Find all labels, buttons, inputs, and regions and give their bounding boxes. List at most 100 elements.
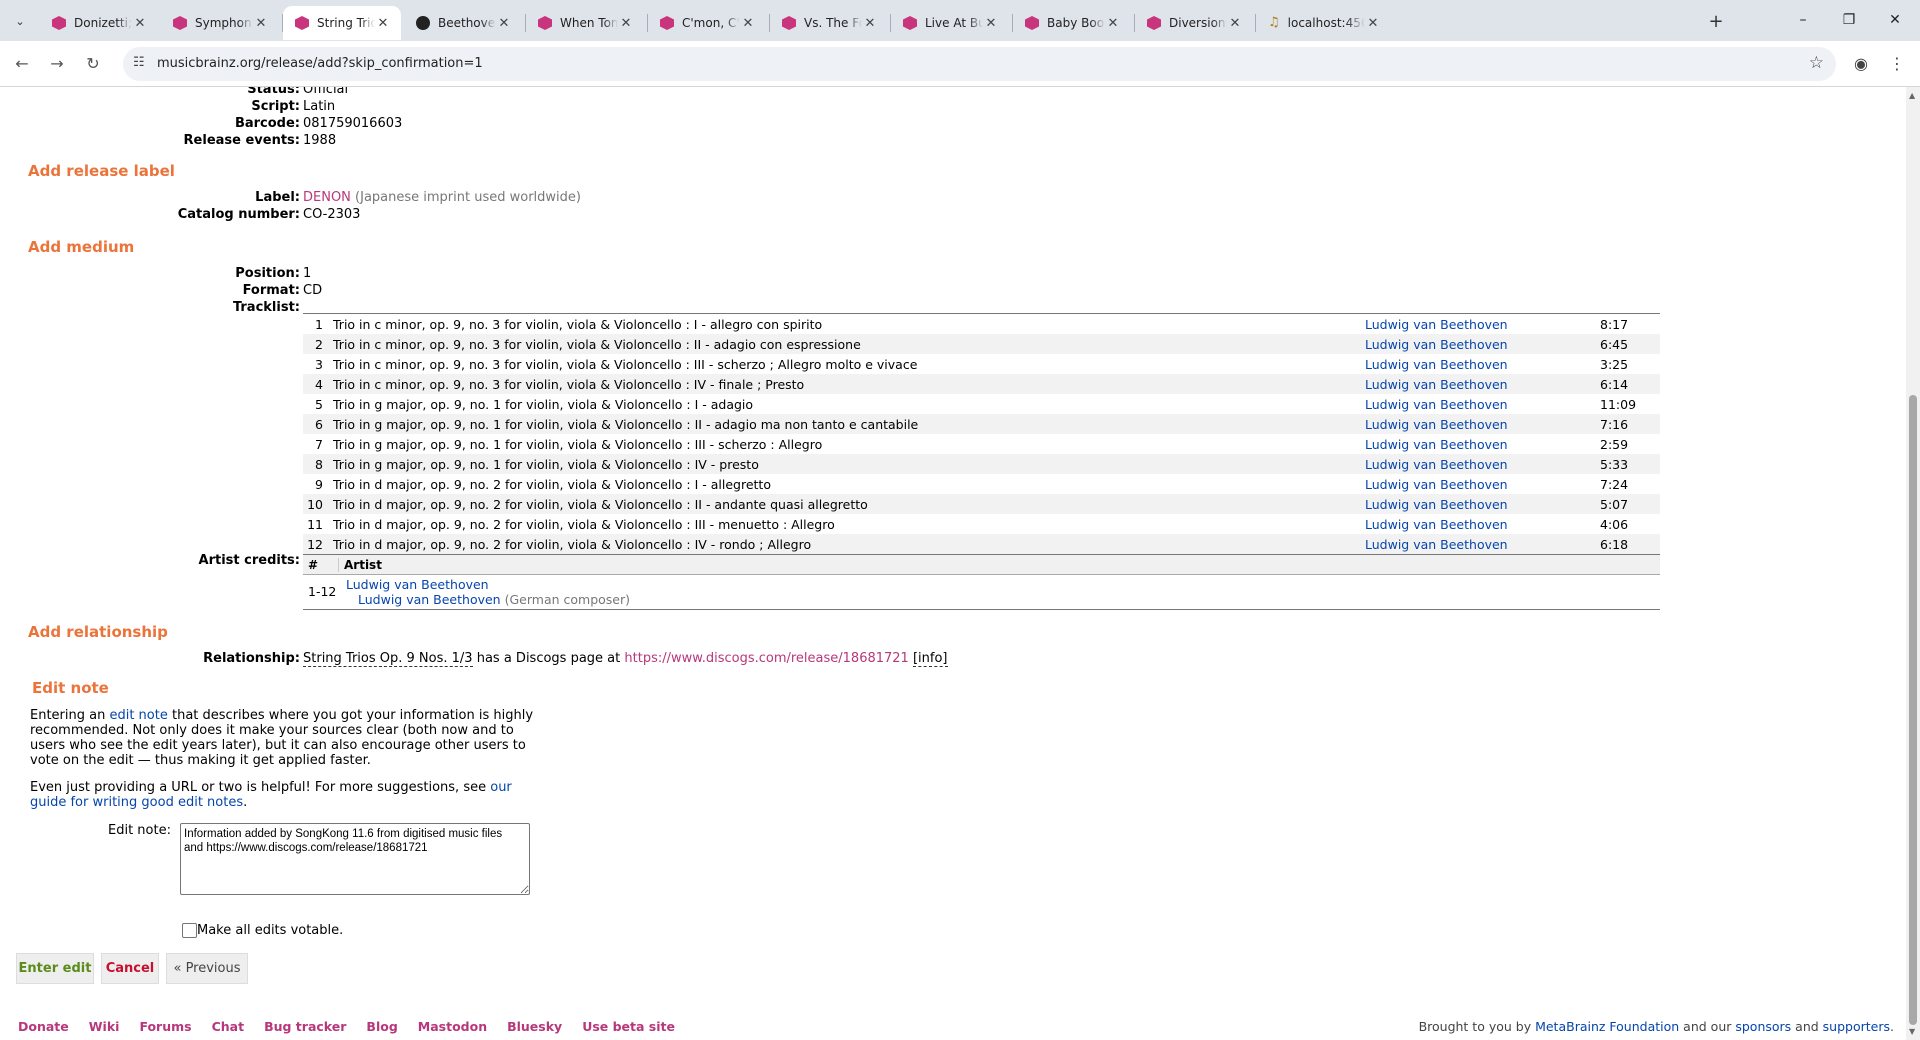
page-scrollbar[interactable]: ▲ ▼ <box>1906 87 1920 1040</box>
scroll-down-icon[interactable]: ▼ <box>1909 1027 1915 1036</box>
tab-search-icon[interactable]: ⌄ <box>6 9 34 33</box>
track-number: 5 <box>315 396 323 412</box>
tab-close-icon[interactable]: ✕ <box>1365 16 1381 31</box>
track-number: 4 <box>315 376 323 392</box>
footer-link[interactable]: Blog <box>366 1019 397 1034</box>
track-artist-link[interactable]: Ludwig van Beethoven <box>1365 537 1600 552</box>
track-number: 8 <box>315 456 323 472</box>
sponsors-link[interactable]: sponsors <box>1735 1019 1791 1034</box>
track-length: 5:33 <box>1600 456 1629 472</box>
track-length: 11:09 <box>1600 396 1637 412</box>
edit-note-help-link[interactable]: edit note <box>109 708 167 723</box>
previous-button[interactable]: « Previous <box>166 953 248 984</box>
add-release-label-heading: Add release label <box>28 162 175 180</box>
tab-close-icon[interactable]: ✕ <box>983 16 999 31</box>
menu-kebab-icon[interactable]: ⋮ <box>1888 52 1906 74</box>
new-tab-button[interactable]: + <box>1703 8 1729 34</box>
browser-tab[interactable]: Symphony No.✕ <box>161 6 279 40</box>
tab-title: C'mon, C'mon <box>682 16 740 30</box>
track-artist-link[interactable]: Ludwig van Beethoven <box>1365 397 1600 412</box>
track-artist-link[interactable]: Ludwig van Beethoven <box>1365 437 1600 452</box>
credits-artist-link[interactable]: Ludwig van Beethoven <box>346 577 489 592</box>
tab-close-icon[interactable]: ✕ <box>1105 16 1121 31</box>
tab-close-icon[interactable]: ✕ <box>132 16 148 31</box>
tab-separator <box>282 14 283 32</box>
tab-close-icon[interactable]: ✕ <box>1227 16 1243 31</box>
footer-link[interactable]: Bug tracker <box>264 1019 346 1034</box>
site-info-icon[interactable]: ☷ <box>133 55 145 70</box>
supporters-link[interactable]: supporters <box>1823 1019 1890 1034</box>
track-artist-link[interactable]: Ludwig van Beethoven <box>1365 337 1600 352</box>
browser-tab[interactable]: When Tomorrow✕ <box>526 6 644 40</box>
browser-tab[interactable]: C'mon, C'mon✕ <box>648 6 766 40</box>
track-artist-link[interactable]: Ludwig van Beethoven <box>1365 377 1600 392</box>
footer-link[interactable]: Bluesky <box>507 1019 562 1034</box>
address-bar[interactable]: ☷ musicbrainz.org/release/add?skip_confi… <box>123 47 1836 81</box>
minimize-icon[interactable]: – <box>1780 6 1826 34</box>
musicbrainz-icon <box>782 16 796 30</box>
script-label: Script: <box>251 99 300 114</box>
tab-close-icon[interactable]: ✕ <box>740 16 756 31</box>
browser-tab[interactable]: Beethoven, Mo✕ <box>404 6 522 40</box>
footer-link[interactable]: Donate <box>18 1019 69 1034</box>
browser-tab[interactable]: Baby Boomer C✕ <box>1013 6 1131 40</box>
tab-strip: ⌄ Donizetti; Bellin✕Symphony No.✕String … <box>0 0 1920 41</box>
browser-tab[interactable]: Donizetti; Bellin✕ <box>40 6 158 40</box>
track-length: 6:18 <box>1600 536 1629 552</box>
cancel-button[interactable]: Cancel <box>101 953 159 984</box>
tab-close-icon[interactable]: ✕ <box>253 16 269 31</box>
footer-link[interactable]: Use beta site <box>582 1019 675 1034</box>
relationship-url-link[interactable]: https://www.discogs.com/release/18681721 <box>624 651 908 666</box>
tracklist-table: 1 Trio in c minor, op. 9, no. 3 for violi… <box>303 313 1660 555</box>
edit-note-field-label: Edit note: <box>108 823 171 838</box>
votable-checkbox[interactable] <box>182 923 197 938</box>
footer-link[interactable]: Wiki <box>89 1019 120 1034</box>
track-artist-link[interactable]: Ludwig van Beethoven <box>1365 497 1600 512</box>
back-icon[interactable]: ← <box>8 49 36 77</box>
track-artist-link[interactable]: Ludwig van Beethoven <box>1365 417 1600 432</box>
footer-link[interactable]: Forums <box>139 1019 191 1034</box>
track-row: 11 Trio in d major, op. 9, no. 2 for viol… <box>303 514 1660 534</box>
track-title-cell: Trio in d major, op. 9, no. 2 for violin… <box>333 516 1365 532</box>
track-artist-link[interactable]: Ludwig van Beethoven <box>1365 317 1600 332</box>
browser-tab[interactable]: Vs. The Forces✕ <box>770 6 888 40</box>
scroll-up-icon[interactable]: ▲ <box>1909 91 1915 100</box>
browser-tab[interactable]: Diversions With✕ <box>1135 6 1253 40</box>
track-artist-link[interactable]: Ludwig van Beethoven <box>1365 517 1600 532</box>
tab-close-icon[interactable]: ✕ <box>862 16 878 31</box>
track-number: 7 <box>315 436 323 452</box>
forward-icon[interactable]: → <box>43 49 71 77</box>
metabrainz-link[interactable]: MetaBrainz Foundation <box>1535 1019 1679 1034</box>
edit-note-suggestion-text: Even just providing a URL or two is help… <box>30 780 491 795</box>
label-link[interactable]: DENON <box>303 190 351 205</box>
relationship-info-link[interactable]: [info] <box>912 651 948 667</box>
format-value: CD <box>303 283 323 298</box>
status-label: Status: <box>247 87 300 97</box>
edit-note-textarea[interactable]: Information added by SongKong 11.6 from … <box>180 823 530 895</box>
tab-separator <box>890 14 891 32</box>
close-window-icon[interactable]: ✕ <box>1872 6 1918 34</box>
credits-artist-sub-link[interactable]: Ludwig van Beethoven <box>358 592 501 607</box>
track-row: 10 Trio in d major, op. 9, no. 2 for viol… <box>303 494 1660 514</box>
browser-tab[interactable]: String Trios Op✕ <box>283 6 401 40</box>
tab-close-icon[interactable]: ✕ <box>496 16 512 31</box>
track-artist-link[interactable]: Ludwig van Beethoven <box>1365 477 1600 492</box>
bookmark-star-icon[interactable]: ☆ <box>1809 53 1824 73</box>
browser-tab[interactable]: ♫ localhost:4567✕ <box>1256 6 1391 40</box>
track-number: 12 <box>307 536 323 552</box>
footer-link[interactable]: Chat <box>212 1019 244 1034</box>
track-artist-link[interactable]: Ludwig van Beethoven <box>1365 357 1600 372</box>
reload-icon[interactable]: ↻ <box>79 49 107 77</box>
profile-icon[interactable]: ◉ <box>1850 52 1872 74</box>
footer-link[interactable]: Mastodon <box>418 1019 487 1034</box>
enter-edit-button[interactable]: Enter edit <box>16 953 94 984</box>
tab-close-icon[interactable]: ✕ <box>375 16 391 31</box>
music-note-icon: ♫ <box>1268 15 1280 30</box>
url-text[interactable]: musicbrainz.org/release/add?skip_confirm… <box>157 56 483 71</box>
browser-tab[interactable]: Live At Budokan✕ <box>891 6 1009 40</box>
relationship-label: Relationship: <box>203 651 300 666</box>
track-artist-link[interactable]: Ludwig van Beethoven <box>1365 457 1600 472</box>
scrollbar-thumb[interactable] <box>1909 395 1917 1025</box>
tab-close-icon[interactable]: ✕ <box>618 16 634 31</box>
restore-icon[interactable]: ❐ <box>1826 6 1872 34</box>
